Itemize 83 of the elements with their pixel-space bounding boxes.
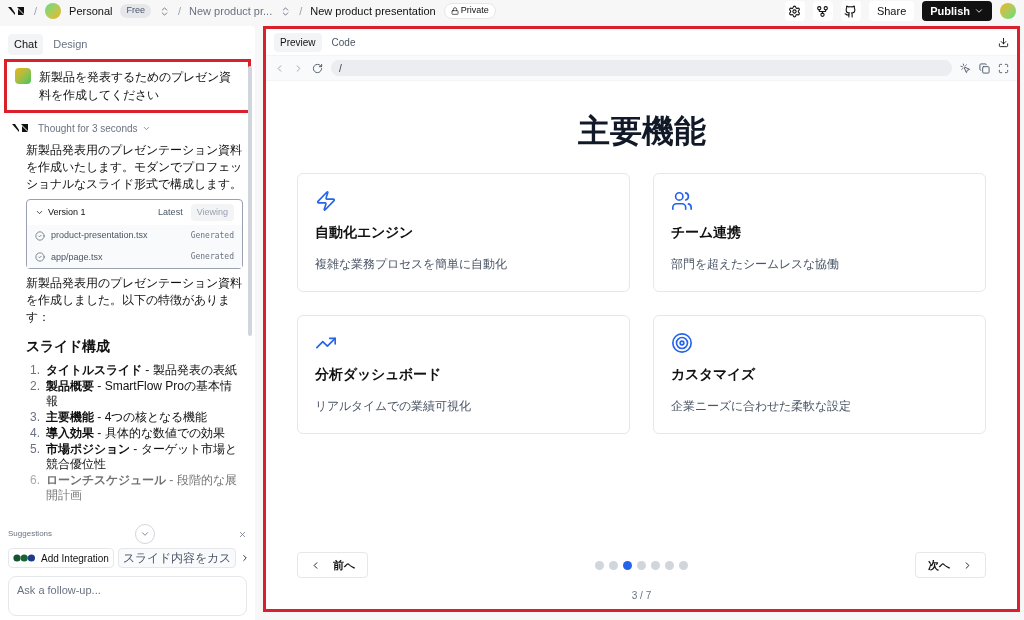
slide-counter: 3 / 7 (630, 589, 653, 603)
suggestions-label: Suggestions (8, 528, 53, 540)
list-number: 2. (30, 379, 40, 395)
breadcrumb-separator: / (34, 3, 38, 19)
share-button[interactable]: Share (868, 1, 915, 21)
users-icon (671, 190, 693, 212)
viewing-badge: Viewing (190, 203, 234, 221)
version-title: Version 1 (48, 205, 87, 219)
view-tab[interactable]: Code (325, 32, 362, 52)
list-number: 6. (30, 473, 40, 489)
visibility-badge: Private (443, 3, 496, 19)
reload-icon[interactable] (312, 62, 323, 74)
view-tab[interactable]: Preview (274, 32, 322, 52)
feature-description: 複雑な業務プロセスを簡単に自動化 (315, 256, 508, 273)
feature-title: チーム連携 (671, 223, 742, 242)
panel-tab[interactable]: Design (47, 34, 94, 55)
feature-description: 部門を超えたシームレスな協働 (671, 256, 840, 273)
feature-description: リアルタイムでの業績可視化 (315, 398, 472, 415)
settings-button[interactable] (784, 1, 805, 21)
list-item: 市場ポジション - ターゲット市場と競合優位性 (46, 442, 238, 472)
switcher-icon[interactable] (159, 5, 170, 17)
file-name[interactable]: product-presentation.tsx (51, 229, 185, 243)
publish-button[interactable]: Publish (922, 1, 992, 21)
list-number: 4. (30, 426, 40, 441)
pointer-icon[interactable] (960, 62, 971, 74)
thought-toggle[interactable]: Thought for 3 seconds (38, 120, 151, 136)
slide-title: 主要機能 (576, 112, 707, 151)
follow-up-field[interactable]: Ask a follow-up... (8, 576, 247, 616)
close-icon[interactable] (238, 529, 247, 539)
next-button[interactable]: 次へ (915, 552, 986, 578)
logo-icon (12, 123, 30, 133)
chat-title: New product presentation (310, 3, 436, 19)
integration-icons (13, 554, 37, 562)
file-status: Generated (190, 251, 234, 264)
assistant-message: 新製品発表用のプレゼンテーション資料を作成いたします。モダンでプロフェッショナルなスライド形式で構成します。 (26, 141, 243, 193)
download-icon[interactable] (998, 36, 1009, 48)
chevron-icon (974, 6, 984, 16)
list-number: 5. (30, 442, 40, 458)
chevron-icon (140, 529, 150, 539)
scrollbar[interactable] (248, 66, 252, 336)
list-item: 製品概要 - SmartFlow Proの基本情報 (46, 379, 234, 409)
bolt-icon (315, 190, 337, 212)
github-icon (844, 4, 858, 18)
copy-icon[interactable] (979, 62, 990, 74)
feature-title: 自動化エンジン (315, 223, 414, 242)
avatar-icon (15, 67, 31, 84)
list-item: 主要機能 - 4つの核となる機能 (46, 410, 208, 425)
fork-icon (816, 4, 830, 18)
avatar-icon (45, 3, 62, 19)
file-status: Generated (190, 229, 234, 242)
suggestion-chip[interactable]: Add Integration (8, 548, 114, 568)
file-name[interactable]: app/page.tsx (51, 250, 185, 264)
url-field[interactable]: / (331, 60, 952, 76)
list-number: 3. (30, 410, 40, 425)
suggestion-chip[interactable]: スライド内容をカス (117, 548, 236, 568)
check-icon (35, 230, 45, 241)
breadcrumb-separator: / (178, 3, 182, 19)
list-item: ローンチスケジュール - 段階的な展開計画 (46, 473, 238, 503)
section-heading: スライド構成 (26, 337, 111, 356)
list-item: タイトルスライド - 製品発表の表紙 (46, 363, 237, 378)
plan-badge: Free (120, 4, 151, 18)
fork-button[interactable] (812, 1, 833, 21)
workspace-name[interactable]: Personal (69, 2, 113, 20)
assistant-message: 新製品発表用のプレゼンテーション資料を作成しました。以下の特徴があります： (26, 275, 243, 326)
github-button[interactable] (840, 1, 861, 21)
breadcrumb-separator: / (299, 3, 303, 19)
feature-description: 企業ニーズに合わせた柔軟な設定 (671, 398, 852, 415)
project-name[interactable]: New product pr... (189, 2, 273, 20)
message-text: 新製品を発表するためのプレゼン資料を作成してください (39, 68, 232, 104)
fullscreen-icon[interactable] (998, 62, 1009, 74)
list-item: 導入効果 - 具体的な数値での効果 (46, 426, 225, 441)
latest-label: Latest (158, 205, 183, 219)
feature-title: カスタマイズ (671, 365, 757, 384)
list-number: 1. (30, 363, 40, 378)
logo-icon (8, 6, 26, 16)
collapse-button[interactable] (135, 524, 155, 544)
previous-button[interactable]: 前へ (297, 552, 368, 578)
gear-icon (788, 4, 802, 18)
target-icon (671, 332, 693, 354)
feature-title: 分析ダッシュボード (315, 365, 442, 384)
panel-tab[interactable]: Chat (8, 34, 44, 55)
avatar-icon[interactable] (1000, 3, 1016, 19)
check-icon (35, 252, 45, 263)
